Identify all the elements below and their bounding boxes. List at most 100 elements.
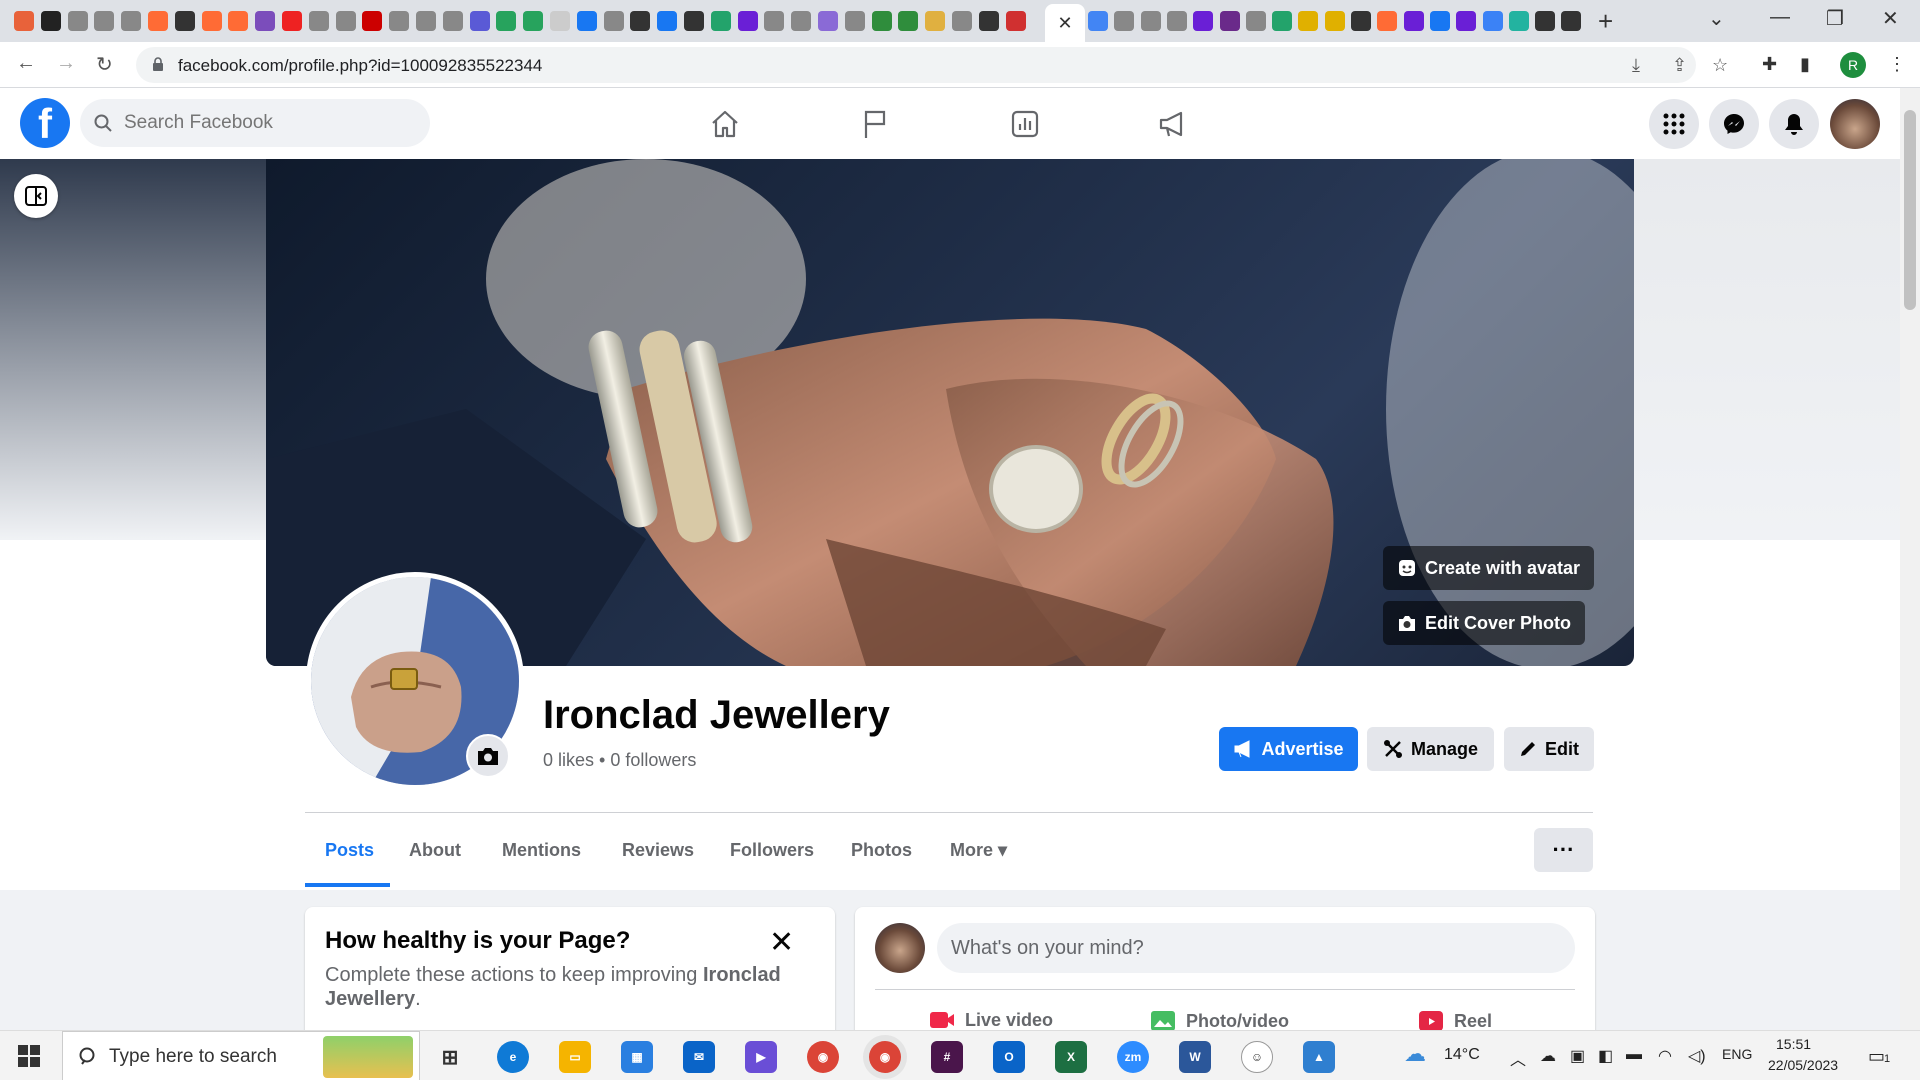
tab-favicon[interactable] <box>442 11 463 31</box>
tab-favicon[interactable] <box>550 11 570 31</box>
flag-icon[interactable] <box>855 106 895 142</box>
windows-start-icon[interactable] <box>18 1045 40 1072</box>
tab-favicon[interactable] <box>1456 11 1477 31</box>
new-tab-button[interactable]: + <box>1598 6 1613 37</box>
notification-center-icon[interactable]: ▭ <box>1868 1046 1885 1067</box>
tab-favicon[interactable] <box>308 11 329 31</box>
tab-favicon[interactable] <box>818 11 838 31</box>
scrollbar-thumb[interactable] <box>1904 110 1916 310</box>
minimize-icon[interactable]: — <box>1770 6 1790 29</box>
change-profile-picture-button[interactable] <box>466 734 510 778</box>
account-avatar[interactable] <box>1830 99 1880 149</box>
tab-search-icon[interactable]: ⌄ <box>1708 6 1725 31</box>
close-tab-icon[interactable]: ✕ <box>1057 13 1072 34</box>
copilot-icon[interactable]: ▶ <box>745 1041 777 1073</box>
tab-favicon[interactable] <box>523 11 544 31</box>
tab-favicon[interactable] <box>684 11 704 31</box>
outlook-icon[interactable]: O <box>993 1041 1025 1073</box>
tray-overflow-icon[interactable]: ︿ <box>1510 1046 1526 1070</box>
excel-icon[interactable]: X <box>1055 1041 1087 1073</box>
tab-favicon[interactable] <box>898 11 919 31</box>
search-box[interactable] <box>80 99 430 147</box>
likes-followers-count[interactable]: 0 likes • 0 followers <box>543 750 696 771</box>
tab-favicon[interactable] <box>1403 11 1424 31</box>
tab-favicon[interactable] <box>710 11 731 31</box>
messenger-icon[interactable] <box>1709 99 1759 149</box>
tab-favicon[interactable] <box>1114 11 1135 31</box>
taskbar-search-box[interactable]: Type here to search <box>62 1031 420 1080</box>
notifications-bell-icon[interactable] <box>1769 99 1819 149</box>
more-options-button[interactable]: ··· <box>1534 828 1593 872</box>
tab-favicon[interactable] <box>496 11 517 31</box>
chrome-profile-icon[interactable]: ◉ <box>869 1041 901 1073</box>
tab-favicon[interactable] <box>1535 11 1556 31</box>
tab-reviews[interactable]: Reviews <box>622 840 694 861</box>
tab-favicon[interactable] <box>576 11 597 31</box>
edit-button[interactable]: Edit <box>1504 727 1594 771</box>
tab-favicon[interactable] <box>657 11 678 31</box>
tab-more[interactable]: More ▾ <box>950 840 1007 861</box>
wifi-icon[interactable]: ◠ <box>1658 1046 1672 1066</box>
tab-favicon[interactable] <box>1561 11 1582 31</box>
tab-favicon[interactable] <box>844 11 865 31</box>
device-icon[interactable]: ▣ <box>1570 1046 1585 1066</box>
chrome-icon[interactable]: ◉ <box>807 1041 839 1073</box>
home-icon[interactable] <box>705 106 745 142</box>
insights-icon[interactable] <box>1005 106 1045 142</box>
emoji-app-icon[interactable]: ☺ <box>1241 1041 1273 1073</box>
tab-favicon[interactable] <box>1324 11 1345 31</box>
page-scrollbar[interactable] <box>1900 88 1920 1030</box>
active-tab[interactable]: ✕ <box>1045 4 1085 42</box>
volume-icon[interactable]: ◁) <box>1688 1046 1706 1066</box>
tab-favicon[interactable] <box>1140 11 1161 31</box>
tab-favicon[interactable] <box>871 11 892 31</box>
tab-favicon[interactable] <box>1005 11 1026 31</box>
tab-followers[interactable]: Followers <box>730 840 814 861</box>
tab-favicon[interactable] <box>925 11 946 31</box>
search-input[interactable] <box>124 99 414 147</box>
tab-about[interactable]: About <box>409 840 461 861</box>
battery-icon[interactable]: ▬ <box>1626 1046 1642 1064</box>
tab-favicon[interactable] <box>282 11 302 31</box>
tab-mentions[interactable]: Mentions <box>502 840 581 861</box>
tab-favicon[interactable] <box>14 11 34 31</box>
manage-button[interactable]: Manage <box>1367 727 1494 771</box>
tab-favicon[interactable] <box>1088 11 1108 31</box>
tab-favicon[interactable] <box>764 11 785 31</box>
mail-icon[interactable]: ✉ <box>683 1041 715 1073</box>
apps-grid-icon[interactable] <box>1649 99 1699 149</box>
composer-avatar[interactable] <box>875 923 925 973</box>
tab-favicon[interactable] <box>255 11 276 31</box>
tab-favicon[interactable] <box>40 11 61 31</box>
tab-favicon[interactable] <box>67 11 88 31</box>
share-icon[interactable]: ⇪ <box>1672 55 1687 76</box>
bookmark-star-icon[interactable]: ☆ <box>1712 55 1728 76</box>
megaphone-icon[interactable] <box>1153 106 1193 142</box>
zoom-icon[interactable]: zm <box>1117 1041 1149 1073</box>
restore-icon[interactable]: ❐ <box>1826 6 1844 31</box>
photos-icon[interactable]: ▲ <box>1303 1041 1335 1073</box>
forward-icon[interactable]: → <box>56 52 76 75</box>
live-video-button[interactable]: Live video <box>929 1009 1053 1031</box>
tab-favicon[interactable] <box>228 11 249 31</box>
tab-favicon[interactable] <box>1166 11 1187 31</box>
tab-favicon[interactable] <box>389 11 410 31</box>
advertise-button[interactable]: Advertise <box>1219 727 1358 771</box>
tab-favicon[interactable] <box>1482 11 1503 31</box>
side-panel-icon[interactable]: ▮ <box>1800 54 1810 75</box>
slack-icon[interactable]: # <box>931 1041 963 1073</box>
tab-favicon[interactable] <box>1219 11 1240 31</box>
tab-favicon[interactable] <box>1245 11 1266 31</box>
weather-temperature[interactable]: 14°C <box>1444 1046 1480 1064</box>
tab-favicon[interactable] <box>1429 11 1450 31</box>
tab-favicon[interactable] <box>201 11 222 31</box>
onedrive-icon[interactable]: ☁ <box>1540 1046 1556 1066</box>
tab-favicon[interactable] <box>174 11 195 31</box>
tab-favicon[interactable] <box>1377 11 1398 31</box>
weather-cloud-icon[interactable]: ☁ <box>1404 1041 1426 1067</box>
tab-favicon[interactable] <box>1351 11 1371 31</box>
task-view-icon[interactable]: ⊞ <box>434 1041 466 1073</box>
sidebar-toggle-icon[interactable] <box>14 174 58 218</box>
word-icon[interactable]: W <box>1179 1041 1211 1073</box>
tab-favicon[interactable] <box>362 11 383 31</box>
